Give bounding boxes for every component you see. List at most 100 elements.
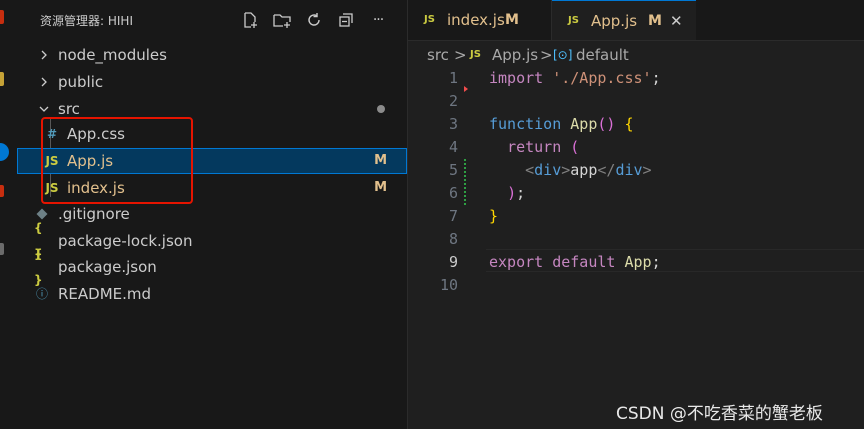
keyword: export <box>489 253 544 271</box>
editor-area: JS index.js M JS App.js M ✕ src > JS App… <box>408 0 864 429</box>
code-line: 5 <div>app</div> <box>408 159 864 182</box>
modified-dot-icon <box>377 105 385 113</box>
code-line: 1 import './App.css'; <box>408 67 864 90</box>
modified-badge: M <box>374 153 387 168</box>
tree-item-label: README.md <box>58 285 152 303</box>
tree-item-node-modules[interactable]: node_modules <box>17 42 407 68</box>
search-activity-icon[interactable] <box>0 72 4 86</box>
line-number: 7 <box>448 207 458 225</box>
explorer-title: 资源管理器: HIHI <box>40 14 133 28</box>
more-icon[interactable]: ··· <box>367 9 389 31</box>
jsx-tag: div <box>534 161 562 179</box>
punctuation: > <box>561 161 571 179</box>
jsx-text: app <box>570 161 598 179</box>
jsx-tag: div <box>615 161 643 179</box>
chevron-right-icon: > <box>540 46 553 64</box>
code-line: 6 ); <box>408 182 864 205</box>
keyword: function <box>489 115 562 133</box>
code-line: 10 <box>408 274 864 297</box>
collapse-all-icon[interactable] <box>335 9 357 31</box>
punctuation: ( <box>570 138 580 156</box>
tree-item-label: package.json <box>58 258 157 276</box>
code-line: 3 function App() { <box>408 113 864 136</box>
refresh-icon[interactable] <box>303 9 325 31</box>
keyword: return <box>507 138 562 156</box>
tree-item-label: package-lock.json <box>58 232 193 250</box>
punctuation: </ <box>597 161 616 179</box>
punctuation: } <box>489 207 499 225</box>
json-file-icon: { } <box>34 247 43 287</box>
code-line: 2 <box>408 90 864 113</box>
identifier: App <box>624 253 652 271</box>
line-number: 3 <box>448 115 458 133</box>
more-icon-glyph: ··· <box>372 12 384 28</box>
tree-item-package-lock-json[interactable]: { } package-lock.json <box>17 221 407 261</box>
line-content: <div>app</div> <box>489 159 652 182</box>
line-number: 1 <box>448 69 458 87</box>
source-control-badge[interactable] <box>0 143 9 161</box>
breadcrumb-file[interactable]: App.js <box>492 44 538 66</box>
punctuation: ; <box>516 184 526 202</box>
code-line: 9 export default App; <box>408 251 864 274</box>
code-line: 8 <box>408 228 864 251</box>
function-name: App <box>570 115 598 133</box>
tree-item-public[interactable]: public <box>17 69 407 95</box>
line-content: import './App.css'; <box>489 67 661 90</box>
line-number: 2 <box>448 92 458 110</box>
line-number: 10 <box>439 276 458 294</box>
punctuation: < <box>525 161 535 179</box>
extensions-activity-icon[interactable] <box>0 243 4 255</box>
debug-activity-icon[interactable] <box>0 185 4 197</box>
chevron-right-icon <box>36 69 52 95</box>
keyword: import <box>489 69 544 87</box>
watermark: CSDN @不吃香菜的蟹老板 <box>616 404 823 424</box>
punctuation: { <box>624 115 634 133</box>
tree-item-label: public <box>58 73 104 91</box>
line-content: return ( <box>489 136 579 159</box>
modified-badge: M <box>374 180 387 195</box>
new-folder-icon[interactable] <box>271 9 293 31</box>
tree-item-label: .gitignore <box>58 205 130 223</box>
punctuation: ; <box>651 69 661 87</box>
breadcrumb: src > JS App.js > [⊙] default <box>408 44 864 66</box>
explorer-header: 资源管理器: HIHI ··· <box>17 0 407 40</box>
highlight-box <box>41 117 193 204</box>
tree-item-package-json[interactable]: { } package.json <box>17 247 407 287</box>
line-content: export default App; <box>489 251 661 274</box>
line-number: 9 <box>448 253 458 271</box>
tab-bar: JS index.js M JS App.js M ✕ <box>408 0 864 41</box>
line-content: function App() { <box>489 113 634 136</box>
explorer-actions: ··· <box>239 9 389 31</box>
tab-label: App.js <box>591 12 638 30</box>
breadcrumb-folder[interactable]: src <box>427 44 449 66</box>
line-number: 6 <box>448 184 458 202</box>
line-number: 4 <box>448 138 458 156</box>
tree-item-gitignore[interactable]: .gitignore <box>17 201 407 227</box>
breadcrumb-symbol[interactable]: default <box>576 44 629 66</box>
punctuation: () <box>597 115 616 133</box>
code-line: 4 return ( <box>408 136 864 159</box>
chevron-right-icon <box>36 42 52 68</box>
js-file-icon: JS <box>568 15 579 26</box>
tree-item-label: node_modules <box>58 46 167 64</box>
tab-label: index.js <box>447 11 505 29</box>
tree-item-readme[interactable]: ⓘ README.md <box>17 281 407 307</box>
explorer-activity-marker[interactable] <box>0 10 4 24</box>
keyword: default <box>552 253 616 271</box>
activity-bar <box>0 0 18 429</box>
close-icon[interactable]: ✕ <box>670 1 683 41</box>
tab-app-js[interactable]: JS App.js M ✕ <box>552 0 696 40</box>
explorer-sidebar: 资源管理器: HIHI ··· node_modules public src … <box>17 0 408 429</box>
punctuation: > <box>642 161 652 179</box>
chevron-right-icon: > <box>454 46 467 64</box>
new-file-icon[interactable] <box>239 9 261 31</box>
js-file-icon: JS <box>424 14 435 25</box>
line-number: 5 <box>448 161 458 179</box>
modified-badge: M <box>648 13 662 29</box>
info-icon: ⓘ <box>35 287 48 301</box>
tab-index-js[interactable]: JS index.js M <box>408 0 552 40</box>
code-line: 7 } <box>408 205 864 228</box>
line-content: } <box>489 205 498 228</box>
js-file-icon: JS <box>470 49 481 60</box>
punctuation: ) <box>507 184 517 202</box>
